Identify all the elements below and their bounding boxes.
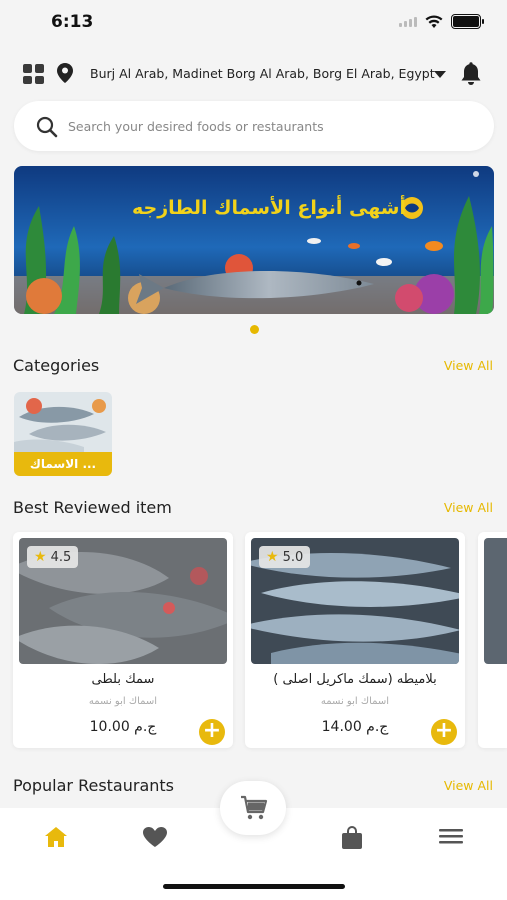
status-icons — [399, 14, 484, 29]
heart-icon[interactable] — [142, 826, 168, 848]
category-label: الاسماك ... — [14, 452, 112, 476]
rating-badge: ★ 5.0 — [259, 546, 311, 568]
item-name: بلاميطه (سمك ماكريل اصلى ) — [273, 672, 437, 687]
item-image: ★ 4.5 — [19, 538, 227, 664]
star-icon: ★ — [266, 549, 279, 565]
home-icon[interactable] — [44, 826, 68, 848]
item-card[interactable]: ★ 5.0 بلاميطه (سمك ماكريل اصلى ) اسماك ا… — [245, 532, 465, 748]
search-input[interactable]: Search your desired foods or restaurants — [14, 101, 494, 151]
search-icon — [36, 116, 58, 138]
item-image — [484, 538, 507, 664]
search-placeholder: Search your desired foods or restaurants — [68, 119, 324, 134]
promo-banner[interactable]: أشهى أنواع الأسماك الطازجه — [14, 166, 494, 314]
cart-button[interactable] — [220, 781, 286, 835]
location-pin-icon — [57, 63, 73, 83]
bag-icon[interactable] — [341, 826, 363, 850]
best-reviewed-view-all-link[interactable]: View All — [444, 500, 493, 515]
item-shop-name: اسماك ابو نسمه — [320, 696, 390, 707]
categories-title: Categories — [13, 356, 100, 375]
location-text[interactable]: Burj Al Arab, Madinet Borg Al Arab, Borg… — [90, 66, 435, 81]
cart-icon — [241, 795, 268, 820]
add-to-cart-button[interactable]: + — [431, 719, 457, 745]
home-indicator — [163, 884, 345, 889]
add-to-cart-button[interactable]: + — [199, 719, 225, 745]
item-name: سمك بلطى — [91, 672, 155, 687]
popular-restaurants-title: Popular Restaurants — [13, 776, 175, 795]
category-card-fish[interactable]: الاسماك ... — [14, 392, 112, 476]
status-bar: 6:13 — [0, 0, 507, 46]
item-card[interactable]: ★ 4.5 سمك بلطى اسماك ابو نسمه ج.م 10.00 … — [13, 532, 233, 748]
popular-restaurants-view-all-link[interactable]: View All — [444, 778, 493, 793]
carousel-indicator[interactable] — [250, 325, 259, 334]
banner-image: أشهى أنواع الأسماك الطازجه — [14, 166, 494, 314]
rating-value: 5.0 — [282, 549, 304, 565]
menu-icon[interactable] — [439, 826, 463, 846]
status-time: 6:13 — [51, 12, 94, 32]
grid-menu-icon[interactable] — [23, 64, 45, 84]
categories-view-all-link[interactable]: View All — [444, 358, 493, 373]
wifi-icon — [425, 14, 443, 28]
rating-value: 4.5 — [50, 549, 72, 565]
battery-icon — [451, 14, 484, 29]
item-card[interactable] — [478, 532, 507, 748]
bell-icon[interactable] — [460, 62, 482, 86]
item-shop-name: اسماك ابو نسمه — [88, 696, 158, 707]
best-reviewed-title: Best Reviewed item — [13, 498, 172, 517]
header: Burj Al Arab, Madinet Borg Al Arab, Borg… — [0, 52, 507, 96]
banner-text: أشهى أنواع الأسماك الطازجه — [132, 195, 406, 219]
item-image: ★ 5.0 — [251, 538, 459, 664]
rating-badge: ★ 4.5 — [27, 546, 79, 568]
chevron-down-icon[interactable] — [434, 71, 446, 78]
signal-icon — [399, 16, 417, 27]
star-icon: ★ — [34, 549, 47, 565]
